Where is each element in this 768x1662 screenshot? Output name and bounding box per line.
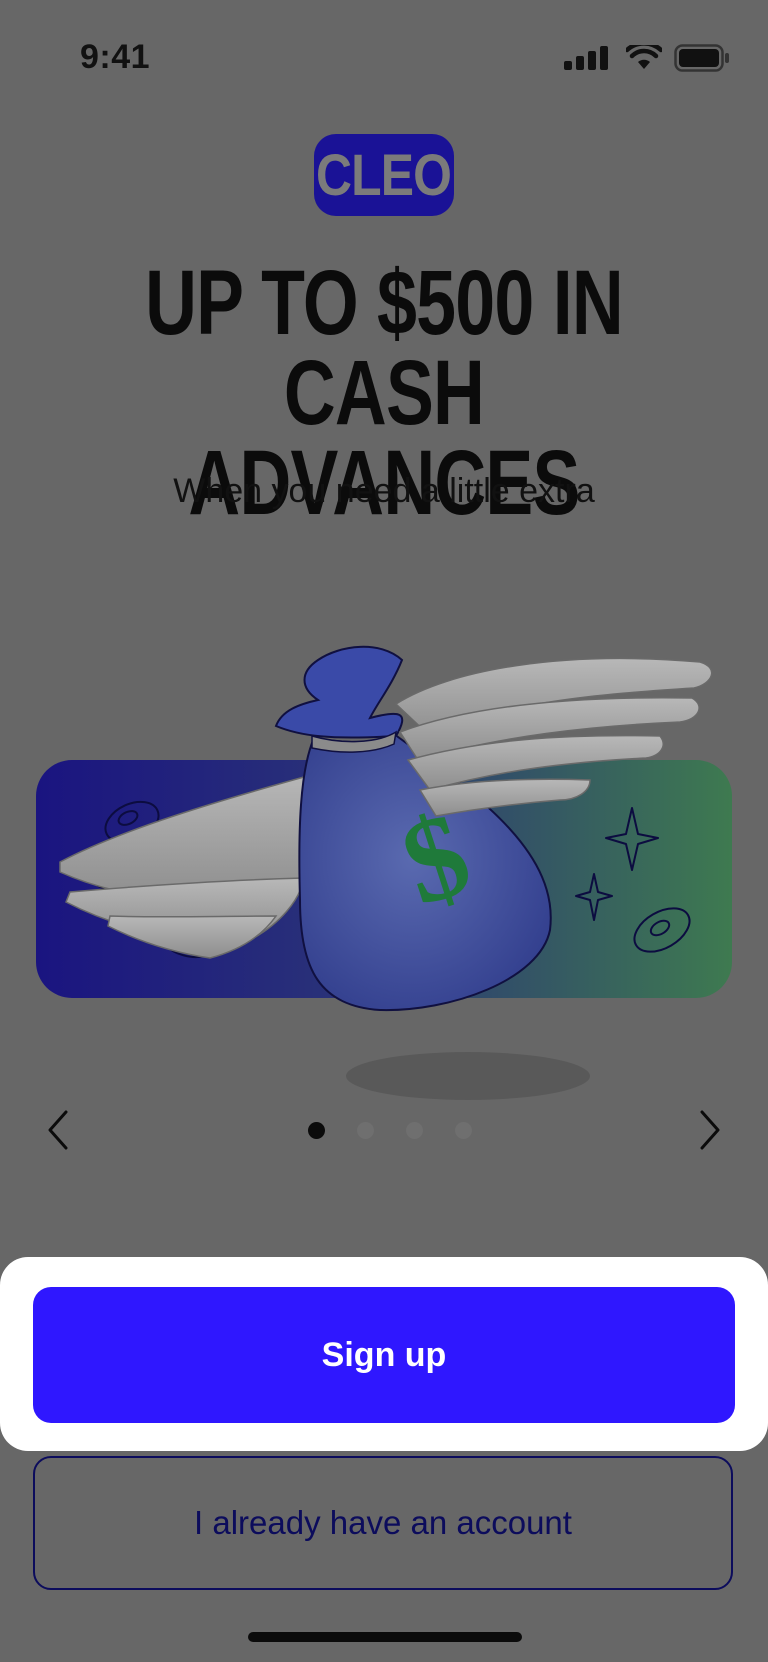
battery-icon	[674, 44, 729, 72]
status-icons	[564, 44, 730, 72]
pagination-dot-3[interactable]	[406, 1122, 423, 1139]
status-time: 9:41	[80, 38, 151, 76]
chevron-right-icon	[700, 1110, 720, 1150]
headline-line-1: UP TO $500 IN	[145, 252, 624, 354]
chevron-left-icon	[48, 1110, 68, 1150]
pagination-dot-2[interactable]	[357, 1122, 374, 1139]
next-slide-button[interactable]	[688, 1108, 732, 1152]
money-bag-illustration: $	[36, 645, 732, 1100]
onboarding-screen: 9:41 CLEO UP TO $500 IN CASH ADVANCES Wh…	[0, 0, 768, 1662]
pagination-dot-1[interactable]	[308, 1122, 325, 1139]
subtitle: When you need a little extra	[173, 472, 595, 510]
home-indicator	[248, 1632, 522, 1642]
wifi-icon	[626, 45, 662, 69]
signup-button[interactable]: Sign up	[33, 1287, 735, 1423]
cleo-logo: CLEO	[314, 134, 454, 216]
pagination-dot-4[interactable]	[455, 1122, 472, 1139]
login-button[interactable]: I already have an account	[33, 1456, 733, 1590]
cellular-signal-icon	[564, 46, 608, 70]
cleo-logo-text: CLEO	[316, 142, 452, 208]
carousel-pagination	[308, 1122, 472, 1139]
previous-slide-button[interactable]	[36, 1108, 80, 1152]
